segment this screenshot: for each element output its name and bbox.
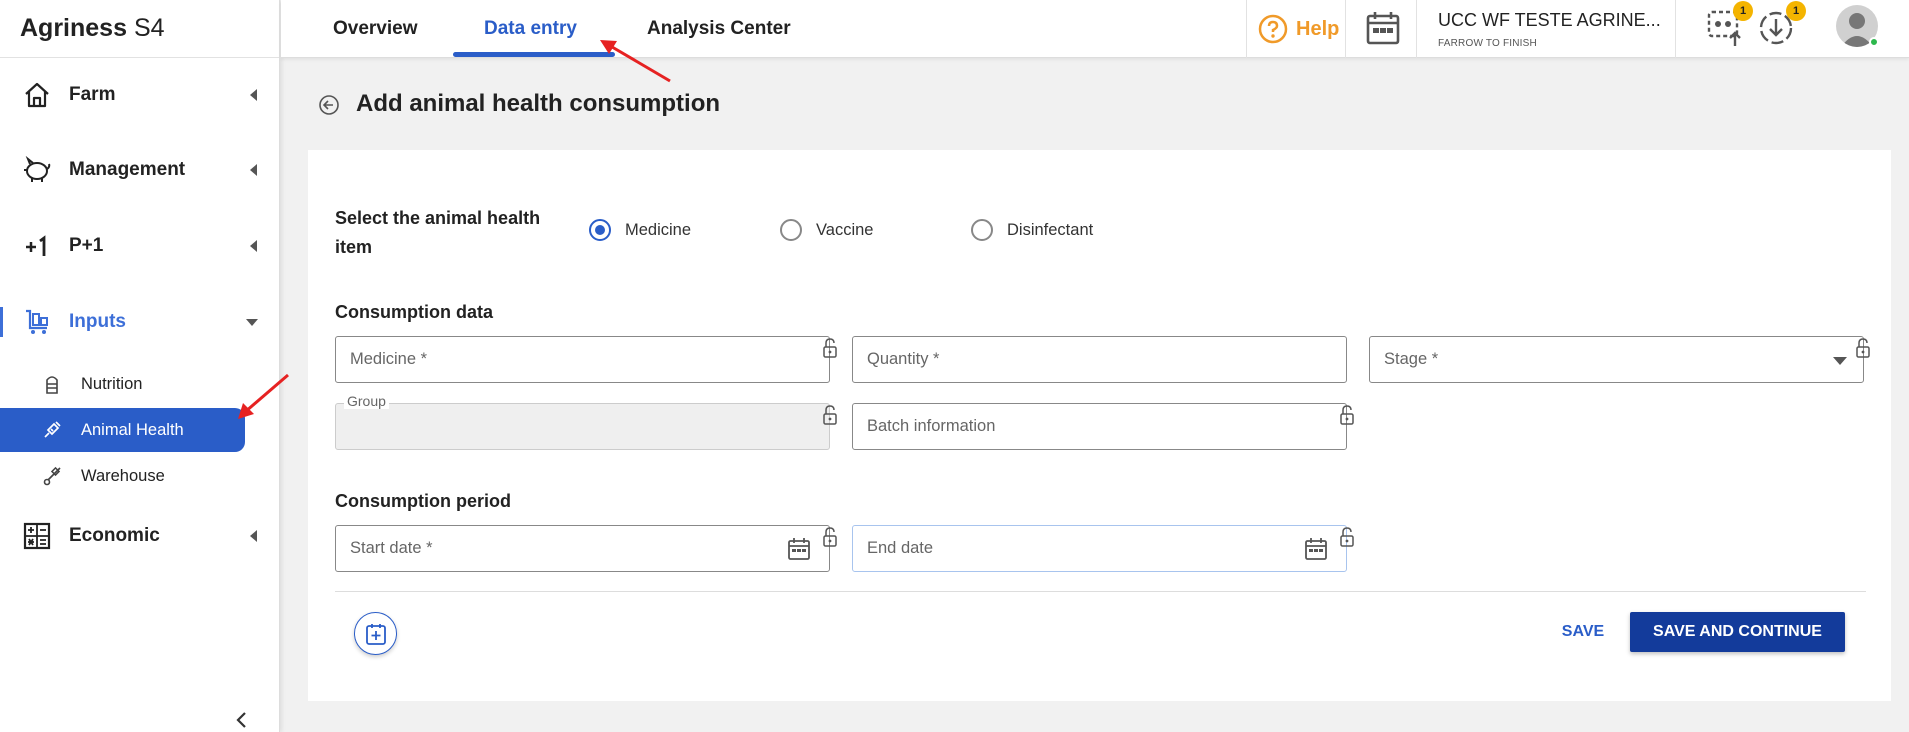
sidebar-item-economic[interactable]: Economic — [0, 511, 280, 561]
hand-truck-icon — [42, 466, 62, 486]
top-bar: Overview Data entry Analysis Center Help… — [281, 0, 1909, 58]
inputs-cart-icon — [22, 307, 52, 337]
brand-suffix: S4 — [133, 14, 165, 42]
quantity-input[interactable]: Quantity * — [852, 336, 1347, 383]
tab-data-entry[interactable]: Data entry — [484, 0, 577, 58]
clipboard-add-icon — [365, 623, 386, 645]
radio-disinfectant[interactable]: Disinfectant — [971, 219, 1093, 241]
farm-type: FARROW TO FINISH — [1438, 38, 1537, 49]
help-label: Help — [1296, 17, 1340, 40]
header-divider — [1246, 0, 1247, 58]
radio-label: Vaccine — [816, 220, 874, 239]
header-divider — [1345, 0, 1346, 58]
radio-button-checked[interactable] — [589, 219, 611, 241]
caret-down-icon — [246, 319, 258, 326]
batch-placeholder: Batch information — [867, 417, 996, 435]
calendar-icon[interactable] — [1364, 9, 1402, 47]
brand-logo[interactable]: Agriness S4 — [0, 0, 279, 58]
unlock-icon[interactable] — [822, 527, 838, 547]
group-label: Group — [344, 393, 389, 409]
stage-placeholder: Stage * — [1384, 350, 1439, 368]
start-date-input[interactable]: Start date * — [335, 525, 830, 572]
sidebar-item-label: Inputs — [69, 311, 126, 332]
tab-overview[interactable]: Overview — [333, 0, 418, 58]
syringe-icon — [42, 420, 62, 440]
caret-left-icon — [250, 240, 257, 252]
silo-icon — [42, 374, 62, 394]
help-icon — [1258, 14, 1288, 44]
consumption-period-label: Consumption period — [335, 491, 511, 511]
dropdown-arrow-icon[interactable] — [1833, 357, 1847, 365]
caret-left-icon — [250, 89, 257, 101]
calendar-icon[interactable] — [1304, 537, 1328, 561]
sidebar-item-label: Economic — [69, 525, 160, 546]
sidebar-subitem-label: Warehouse — [81, 466, 165, 485]
brand-name: Agriness — [20, 14, 127, 42]
sidebar-subitem-label: Animal Health — [81, 420, 184, 439]
calendar-icon[interactable] — [787, 537, 811, 561]
consumption-data-label: Consumption data — [335, 302, 493, 322]
sidebar-item-management[interactable]: Management — [0, 145, 280, 195]
animal-health-item-label: Select the animal health item — [335, 204, 540, 262]
farm-name[interactable]: UCC WF TESTE AGRINE... — [1438, 10, 1661, 31]
sidebar-subitem-label: Nutrition — [81, 374, 143, 393]
header-divider — [1416, 0, 1417, 58]
unlock-icon[interactable] — [1855, 338, 1871, 358]
sidebar-item-label: Management — [69, 159, 186, 180]
sidebar-item-p1[interactable]: P+1 — [0, 221, 280, 271]
start-date-placeholder: Start date * — [350, 539, 433, 557]
save-button[interactable]: SAVE — [1548, 612, 1618, 652]
help-button[interactable]: Help — [1258, 10, 1339, 48]
online-status-dot — [1869, 37, 1879, 47]
pig-icon — [22, 155, 52, 185]
tab-analysis-center[interactable]: Analysis Center — [647, 0, 791, 58]
stage-select[interactable]: Stage * — [1369, 336, 1864, 383]
page-title: Add animal health consumption — [356, 90, 721, 117]
sidebar-item-inputs[interactable]: Inputs — [0, 297, 280, 347]
home-icon — [22, 80, 52, 110]
unlock-icon[interactable] — [822, 405, 838, 425]
unlock-icon[interactable] — [1339, 405, 1355, 425]
caret-left-icon — [250, 164, 257, 176]
sidebar-subitem-animal-health[interactable]: Animal Health — [0, 408, 245, 452]
label-line-1: Select the animal health — [335, 208, 541, 228]
sidebar-item-label: P+1 — [69, 235, 104, 256]
unlock-icon[interactable] — [1339, 527, 1355, 547]
sidebar: Agriness S4 Farm Management P+1 Inputs N… — [0, 0, 280, 732]
sidebar-item-label: Farm — [69, 84, 116, 105]
radio-vaccine[interactable]: Vaccine — [780, 219, 873, 241]
batch-information-input[interactable]: Batch information — [852, 403, 1347, 450]
sidebar-subitem-nutrition[interactable]: Nutrition — [0, 362, 245, 406]
radio-label: Disinfectant — [1007, 220, 1094, 239]
add-entry-button[interactable] — [354, 612, 397, 655]
save-and-continue-button[interactable]: SAVE AND CONTINUE — [1630, 612, 1845, 652]
caret-left-icon — [250, 530, 257, 542]
header-divider — [1675, 0, 1676, 58]
active-tab-indicator — [453, 52, 615, 57]
radio-medicine[interactable]: Medicine — [589, 219, 691, 241]
sidebar-item-farm[interactable]: Farm — [0, 70, 280, 120]
form-divider — [335, 591, 1866, 592]
group-field — [335, 403, 830, 450]
end-date-input[interactable]: End date — [852, 525, 1347, 572]
label-line-2: item — [335, 237, 373, 257]
medicine-placeholder: Medicine * — [350, 350, 428, 368]
calculator-icon — [22, 521, 52, 551]
radio-button[interactable] — [971, 219, 993, 241]
plus-one-icon — [22, 231, 52, 261]
radio-label: Medicine — [625, 220, 692, 239]
medicine-input[interactable]: Medicine * — [335, 336, 830, 383]
quantity-placeholder: Quantity * — [867, 350, 940, 368]
unlock-icon[interactable] — [822, 338, 838, 358]
sidebar-subitem-warehouse[interactable]: Warehouse — [0, 454, 245, 498]
collapse-sidebar-icon[interactable] — [232, 710, 252, 730]
download-badge: 1 — [1786, 1, 1806, 21]
upload-badge: 1 — [1733, 1, 1753, 21]
radio-button[interactable] — [780, 219, 802, 241]
end-date-placeholder: End date — [867, 539, 934, 557]
back-icon[interactable] — [318, 94, 340, 116]
